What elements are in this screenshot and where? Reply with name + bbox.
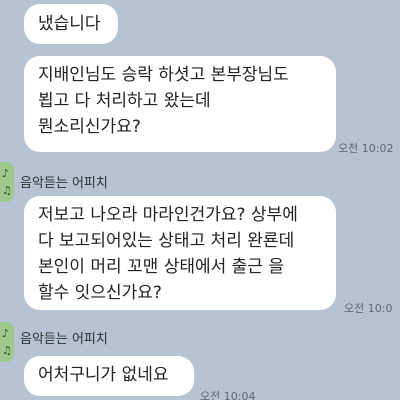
message-bubble[interactable]: 저보고 나오라 마라인건가요? 상부에 다 보고되어있는 상태고 처리 완룐데 … xyxy=(24,196,336,310)
message-text: 본인이 머리 꼬맨 상태에서 출근 을 xyxy=(38,257,284,277)
message-text: 저보고 나오라 마라인건가요? 상부에 xyxy=(38,205,298,225)
message-bubble[interactable]: 냈습니다 xyxy=(24,4,118,44)
message-timestamp: 오전 10:0 xyxy=(344,302,393,315)
avatar[interactable]: ♪ ♫ xyxy=(0,322,14,362)
message-text: 지배인님도 승락 하셧고 본부장님도 xyxy=(38,65,289,85)
sender-name: 음악듣는 어피치 xyxy=(20,176,108,191)
chat-view: 냈습니다 지배인님도 승락 하셧고 본부장님도 뵙고 다 처리하고 왔는데 뭔소… xyxy=(0,0,400,400)
message-text: 냈습니다 xyxy=(38,14,101,34)
message-timestamp: 오전 10:04 xyxy=(200,390,256,400)
message-bubble[interactable]: 지배인님도 승락 하셧고 본부장님도 뵙고 다 처리하고 왔는데 뭔소리신가요? xyxy=(24,56,336,152)
message-bubble[interactable]: 어처구니가 없네요 xyxy=(24,356,194,396)
message-text: 어처구니가 없네요 xyxy=(38,365,169,385)
message-text: 할수 잇으신가요? xyxy=(38,283,162,303)
message-timestamp: 오전 10:02 xyxy=(338,142,394,155)
message-text: 뵙고 다 처리하고 왔는데 xyxy=(38,91,211,111)
avatar[interactable]: ♪ ♫ xyxy=(0,162,14,202)
music-note-icon: ♫ xyxy=(2,184,12,197)
music-note-icon: ♪ xyxy=(2,167,10,180)
music-note-icon: ♪ xyxy=(2,327,10,340)
message-text: 뭔소리신가요? xyxy=(38,117,141,137)
music-note-icon: ♫ xyxy=(2,344,12,357)
message-text: 다 보고되어있는 상태고 처리 완룐데 xyxy=(38,231,295,251)
sender-name: 음악듣는 어피치 xyxy=(20,332,108,347)
